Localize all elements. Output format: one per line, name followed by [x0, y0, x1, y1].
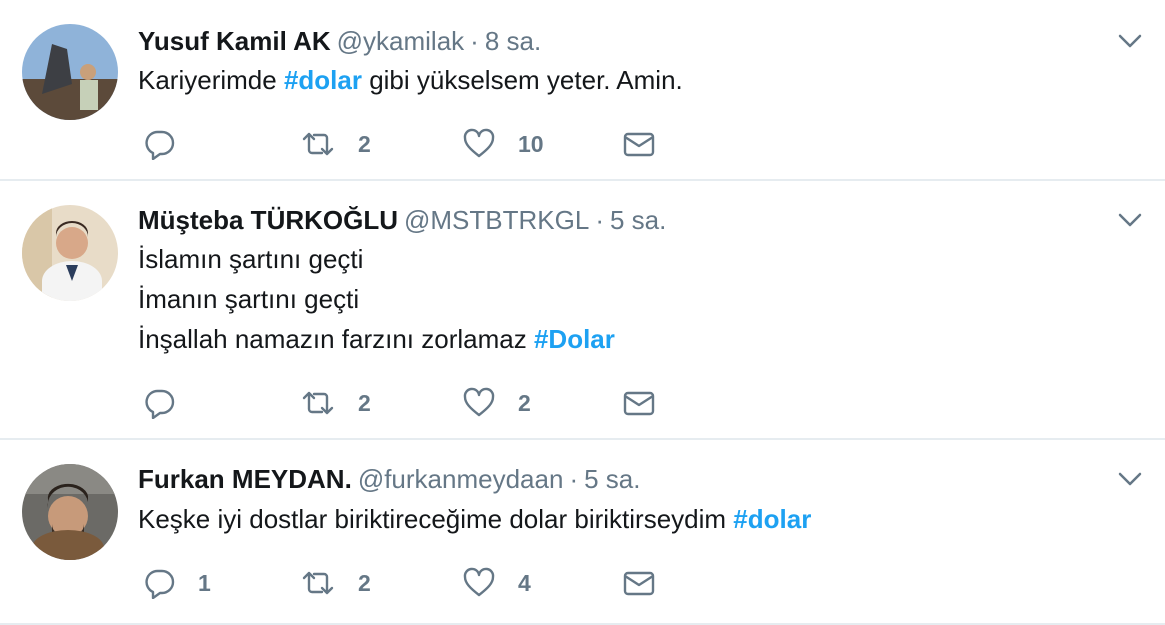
tweet-header: Furkan MEYDAN. @furkanmeydaan · 5 sa.: [138, 464, 640, 495]
avatar[interactable]: [22, 24, 118, 120]
action-bar: 2 10: [140, 124, 700, 164]
separator-dot: ·: [569, 464, 579, 494]
heart-icon: [462, 387, 496, 419]
timestamp[interactable]: 8 sa.: [485, 26, 541, 56]
tweet-header: Müşteba TÜRKOĞLU @MSTBTRKGL · 5 sa.: [138, 205, 666, 236]
retweet-button[interactable]: 2: [300, 563, 371, 603]
tweet-line: İnşallah namazın farzını zorlamaz #Dolar: [138, 319, 615, 359]
tweet[interactable]: Müşteba TÜRKOĞLU @MSTBTRKGL · 5 sa. İslamın…: [0, 181, 1165, 440]
separator-dot: ·: [470, 26, 479, 56]
reply-count: 1: [198, 569, 211, 596]
handle[interactable]: @ykamilak: [337, 26, 465, 56]
text-segment: Keşke iyi dostlar biriktireceğime dolar …: [138, 504, 734, 534]
tweet-text: Kariyerimde #dolar gibi yükselsem yeter.…: [138, 60, 683, 100]
envelope-icon: [622, 568, 656, 598]
hashtag-link[interactable]: #dolar: [733, 504, 811, 534]
display-name[interactable]: Yusuf Kamil AK: [138, 26, 331, 56]
chevron-down-icon[interactable]: [1117, 28, 1143, 54]
reply-button[interactable]: [144, 383, 198, 423]
separator-dot: ·: [595, 205, 604, 235]
like-count: 10: [518, 130, 544, 157]
direct-message-button[interactable]: [622, 124, 656, 164]
reply-icon: [144, 387, 176, 419]
tweet-line: İmanın şartını geçti: [138, 284, 360, 314]
tweet-text: İslamın şartını geçti İmanın şartını geç…: [138, 239, 615, 359]
like-count: 4: [518, 569, 531, 596]
timestamp[interactable]: 5 sa.: [610, 205, 666, 235]
handle[interactable]: @MSTBTRKGL: [404, 205, 589, 235]
retweet-count: 2: [358, 569, 371, 596]
action-bar: 2 2: [140, 383, 700, 423]
tweet-line: Keşke iyi dostlar biriktireceğime dolar …: [138, 499, 811, 539]
avatar[interactable]: [22, 205, 118, 301]
direct-message-button[interactable]: [622, 383, 656, 423]
retweet-count: 2: [358, 389, 371, 416]
text-segment: Kariyerimde: [138, 65, 284, 95]
chevron-down-icon[interactable]: [1117, 466, 1143, 492]
heart-icon: [462, 567, 496, 599]
action-bar: 1 2 4: [140, 563, 700, 603]
hashtag-link[interactable]: #dolar: [284, 65, 362, 95]
reply-icon: [144, 128, 176, 160]
reply-button[interactable]: 1: [144, 563, 211, 603]
reply-button[interactable]: [144, 124, 198, 164]
reply-icon: [144, 567, 176, 599]
text-segment: gibi yükselsem yeter. Amin.: [361, 65, 683, 95]
heart-icon: [462, 128, 496, 160]
direct-message-button[interactable]: [622, 563, 656, 603]
tweet[interactable]: Yusuf Kamil AK @ykamilak · 8 sa. Kariyerimd…: [0, 0, 1165, 181]
display-name[interactable]: Müşteba TÜRKOĞLU: [138, 205, 398, 235]
handle[interactable]: @furkanmeydaan: [358, 464, 564, 494]
avatar[interactable]: [22, 464, 118, 560]
retweet-count: 2: [358, 130, 371, 157]
chevron-down-icon[interactable]: [1117, 207, 1143, 233]
retweet-icon: [300, 128, 336, 160]
like-button[interactable]: 10: [462, 124, 544, 164]
retweet-icon: [300, 387, 336, 419]
tweet-line: Kariyerimde #dolar gibi yükselsem yeter.…: [138, 60, 683, 100]
like-button[interactable]: 2: [462, 383, 531, 423]
tweet[interactable]: Furkan MEYDAN. @furkanmeydaan · 5 sa. Keşke…: [0, 440, 1165, 625]
retweet-button[interactable]: 2: [300, 124, 371, 164]
tweet-text: Keşke iyi dostlar biriktireceğime dolar …: [138, 499, 811, 539]
retweet-icon: [300, 567, 336, 599]
text-segment: İnşallah namazın farzını zorlamaz: [138, 324, 534, 354]
timestamp[interactable]: 5 sa.: [584, 464, 640, 494]
display-name[interactable]: Furkan MEYDAN.: [138, 464, 352, 494]
tweet-header: Yusuf Kamil AK @ykamilak · 8 sa.: [138, 26, 541, 57]
like-button[interactable]: 4: [462, 563, 531, 603]
hashtag-link[interactable]: #Dolar: [534, 324, 615, 354]
retweet-button[interactable]: 2: [300, 383, 371, 423]
like-count: 2: [518, 389, 531, 416]
envelope-icon: [622, 129, 656, 159]
envelope-icon: [622, 388, 656, 418]
tweet-line: İslamın şartını geçti: [138, 244, 364, 274]
